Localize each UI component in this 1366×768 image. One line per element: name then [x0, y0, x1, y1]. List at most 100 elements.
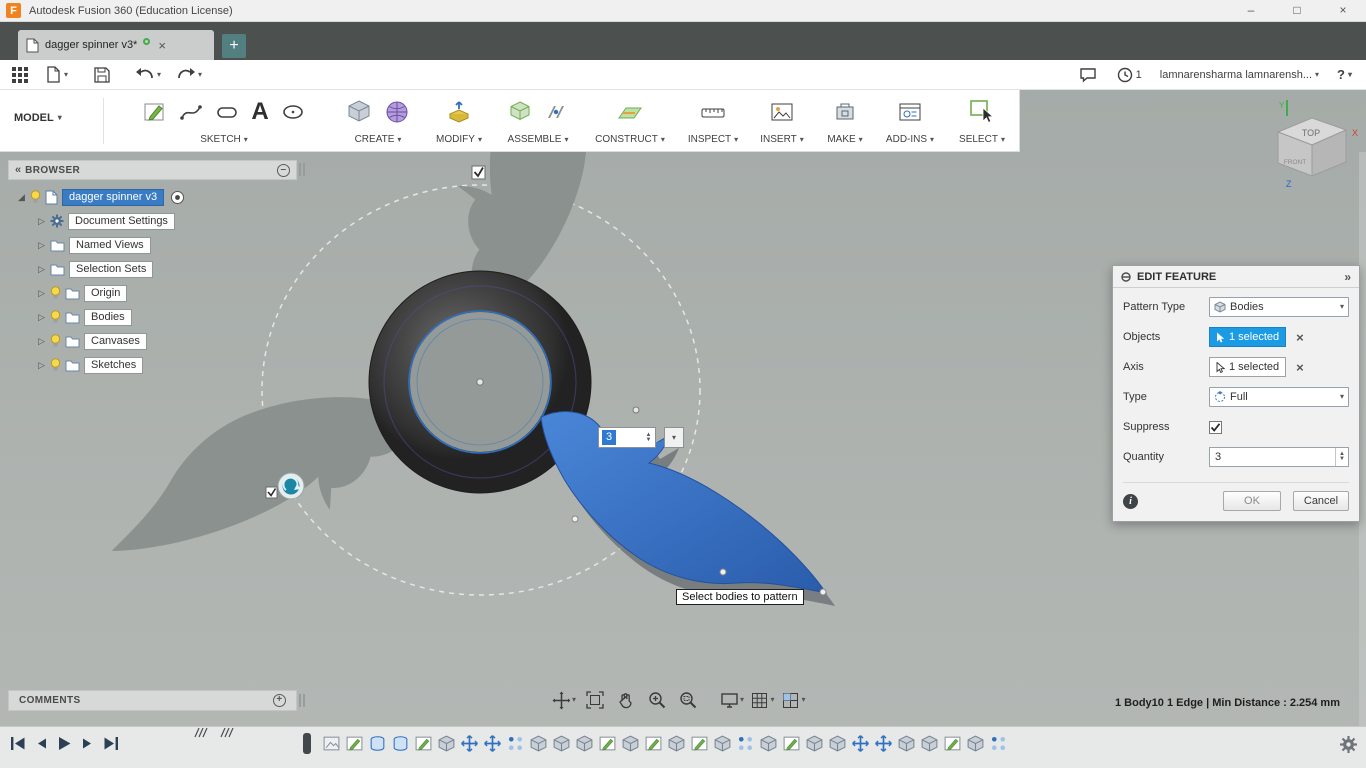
quantity-stepper[interactable]: ▲ ▼ [1335, 448, 1348, 466]
expand-arrow-icon[interactable]: ▷ [38, 216, 50, 227]
slot-tool-button[interactable] [215, 100, 239, 124]
timeline-feature-extrude-icon[interactable] [966, 734, 985, 753]
expand-arrow-icon[interactable]: ▷ [38, 336, 50, 347]
play-button[interactable] [57, 736, 72, 751]
modify-menu[interactable]: MODIFY ▾ [426, 134, 492, 145]
app-grid-button[interactable] [12, 66, 28, 83]
visibility-bulb-icon[interactable] [50, 286, 61, 300]
maximize-button[interactable]: □ [1274, 0, 1320, 21]
add-comment-button[interactable]: + [273, 694, 286, 707]
suppress-checkbox[interactable] [1209, 420, 1222, 434]
timeline-feature-sketch-icon[interactable] [414, 734, 433, 753]
info-icon[interactable]: i [1123, 493, 1138, 509]
text-tool-button[interactable]: A [251, 100, 268, 124]
timeline-feature-move-icon[interactable] [460, 734, 479, 753]
save-button[interactable] [94, 66, 110, 83]
timeline-feature-sketch-icon[interactable] [782, 734, 801, 753]
fit-view-button[interactable] [583, 688, 607, 712]
browser-item-canvases[interactable]: ▷ Canvases [38, 331, 147, 351]
blade-vertex-point[interactable] [571, 515, 579, 523]
workspace-switcher[interactable]: MODEL ▾ [14, 112, 62, 124]
blade-tip-point[interactable] [819, 588, 827, 596]
inspect-menu[interactable]: INSPECT ▾ [676, 134, 750, 145]
rotate-manipulator[interactable] [277, 472, 305, 500]
spin-down-icon[interactable]: ▼ [1339, 456, 1345, 462]
timeline-feature-pattern-icon[interactable] [989, 734, 1008, 753]
visibility-bulb-icon[interactable] [30, 190, 41, 204]
timeline-feature-extrude-icon[interactable] [575, 734, 594, 753]
timeline-feature-extrude-icon[interactable] [897, 734, 916, 753]
skip-to-start-button[interactable] [10, 736, 26, 751]
display-settings-button[interactable]: ▾ [720, 688, 744, 712]
timeline-feature-move-icon[interactable] [483, 734, 502, 753]
timeline-feature-sketch-icon[interactable] [644, 734, 663, 753]
assemble-menu[interactable]: ASSEMBLE ▾ [492, 134, 584, 145]
expand-arrow-icon[interactable]: ▷ [38, 288, 50, 299]
spin-down-icon[interactable]: ▼ [646, 437, 652, 443]
make-3d-print-button[interactable] [833, 101, 857, 123]
minimize-button[interactable]: – [1228, 0, 1274, 21]
axis-point[interactable] [632, 406, 640, 414]
timeline-feature-sketch-icon[interactable] [598, 734, 617, 753]
timeline-feature-sketch-icon[interactable] [690, 734, 709, 753]
timeline-feature-extrude-icon[interactable] [759, 734, 778, 753]
timeline-feature-move-icon[interactable] [874, 734, 893, 753]
timeline-feature-revolve-icon[interactable] [368, 734, 387, 753]
quantity-stepper[interactable]: ▲ ▼ [642, 428, 655, 447]
timeline-feature-pattern-icon[interactable] [506, 734, 525, 753]
timeline-position-marker[interactable] [303, 733, 311, 754]
expand-arrow-icon[interactable]: ▷ [38, 264, 50, 275]
job-status-button[interactable]: 1 [1117, 67, 1142, 83]
browser-root-row[interactable]: ◢ dagger spinner v3 [18, 187, 189, 207]
view-cube[interactable]: Y TOP FRONT X Z [1276, 100, 1358, 189]
scrollbar[interactable] [1359, 152, 1366, 726]
construct-menu[interactable]: CONSTRUCT ▾ [584, 134, 676, 145]
timeline-feature-extrude-icon[interactable] [713, 734, 732, 753]
zoom-window-button[interactable] [676, 688, 700, 712]
step-back-button[interactable] [35, 737, 48, 750]
make-menu[interactable]: MAKE ▾ [814, 134, 876, 145]
browser-root-label[interactable]: dagger spinner v3 [62, 188, 165, 206]
construction-plane-button[interactable] [617, 100, 643, 124]
input-options-dropdown[interactable]: ▾ [664, 427, 684, 448]
measure-button[interactable] [700, 101, 726, 123]
clear-axis-button[interactable]: × [1296, 360, 1304, 375]
browser-item-label[interactable]: Selection Sets [69, 260, 154, 278]
browser-item-label[interactable]: Canvases [84, 332, 147, 350]
spline-tool-button[interactable] [179, 100, 203, 124]
create-form-button[interactable] [384, 99, 410, 125]
comments-panel-header[interactable]: COMMENTS + [8, 690, 297, 711]
comments-button[interactable] [1079, 67, 1097, 83]
browser-item-origin[interactable]: ▷ Origin [38, 283, 128, 303]
timeline-feature-move-icon[interactable] [851, 734, 870, 753]
insert-menu[interactable]: INSERT ▾ [750, 134, 814, 145]
timeline-feature-extrude-icon[interactable] [920, 734, 939, 753]
browser-item-label[interactable]: Named Views [69, 236, 151, 254]
timeline-feature-extrude-icon[interactable] [552, 734, 571, 753]
zoom-button[interactable] [645, 688, 669, 712]
press-pull-button[interactable] [446, 99, 472, 125]
timeline-feature-sketch-icon[interactable] [943, 734, 962, 753]
collapse-panel-icon[interactable]: « [15, 164, 21, 176]
redo-button[interactable]: ▾ [177, 67, 202, 82]
browser-item-selection-sets[interactable]: ▷ Selection Sets [38, 259, 154, 279]
timeline-feature-revolve-icon[interactable] [391, 734, 410, 753]
sketch-menu[interactable]: SKETCH ▾ [118, 134, 330, 145]
center-point[interactable] [476, 378, 484, 386]
close-window-button[interactable]: × [1320, 0, 1366, 21]
timeline-feature-sketch-icon[interactable] [345, 734, 364, 753]
visibility-bulb-icon[interactable] [50, 334, 61, 348]
skip-to-end-button[interactable] [103, 736, 119, 751]
quantity-input[interactable]: 3 ▲ ▼ [598, 427, 656, 448]
scripts-addins-button[interactable] [898, 101, 922, 123]
select-menu[interactable]: SELECT ▾ [944, 134, 1020, 145]
expand-arrow-icon[interactable]: ▷ [38, 360, 50, 371]
expand-arrow-icon[interactable]: ▷ [38, 312, 50, 323]
browser-item-label[interactable]: Sketches [84, 356, 144, 374]
grid-snap-button[interactable]: ▾ [751, 688, 775, 712]
panel-display-toggle[interactable]: – [277, 163, 290, 177]
objects-selection-button[interactable]: 1 selected [1209, 327, 1287, 347]
timeline-feature-extrude-icon[interactable] [621, 734, 640, 753]
select-tool-button[interactable] [969, 99, 995, 125]
timeline-feature-canvas-icon[interactable] [322, 734, 341, 753]
